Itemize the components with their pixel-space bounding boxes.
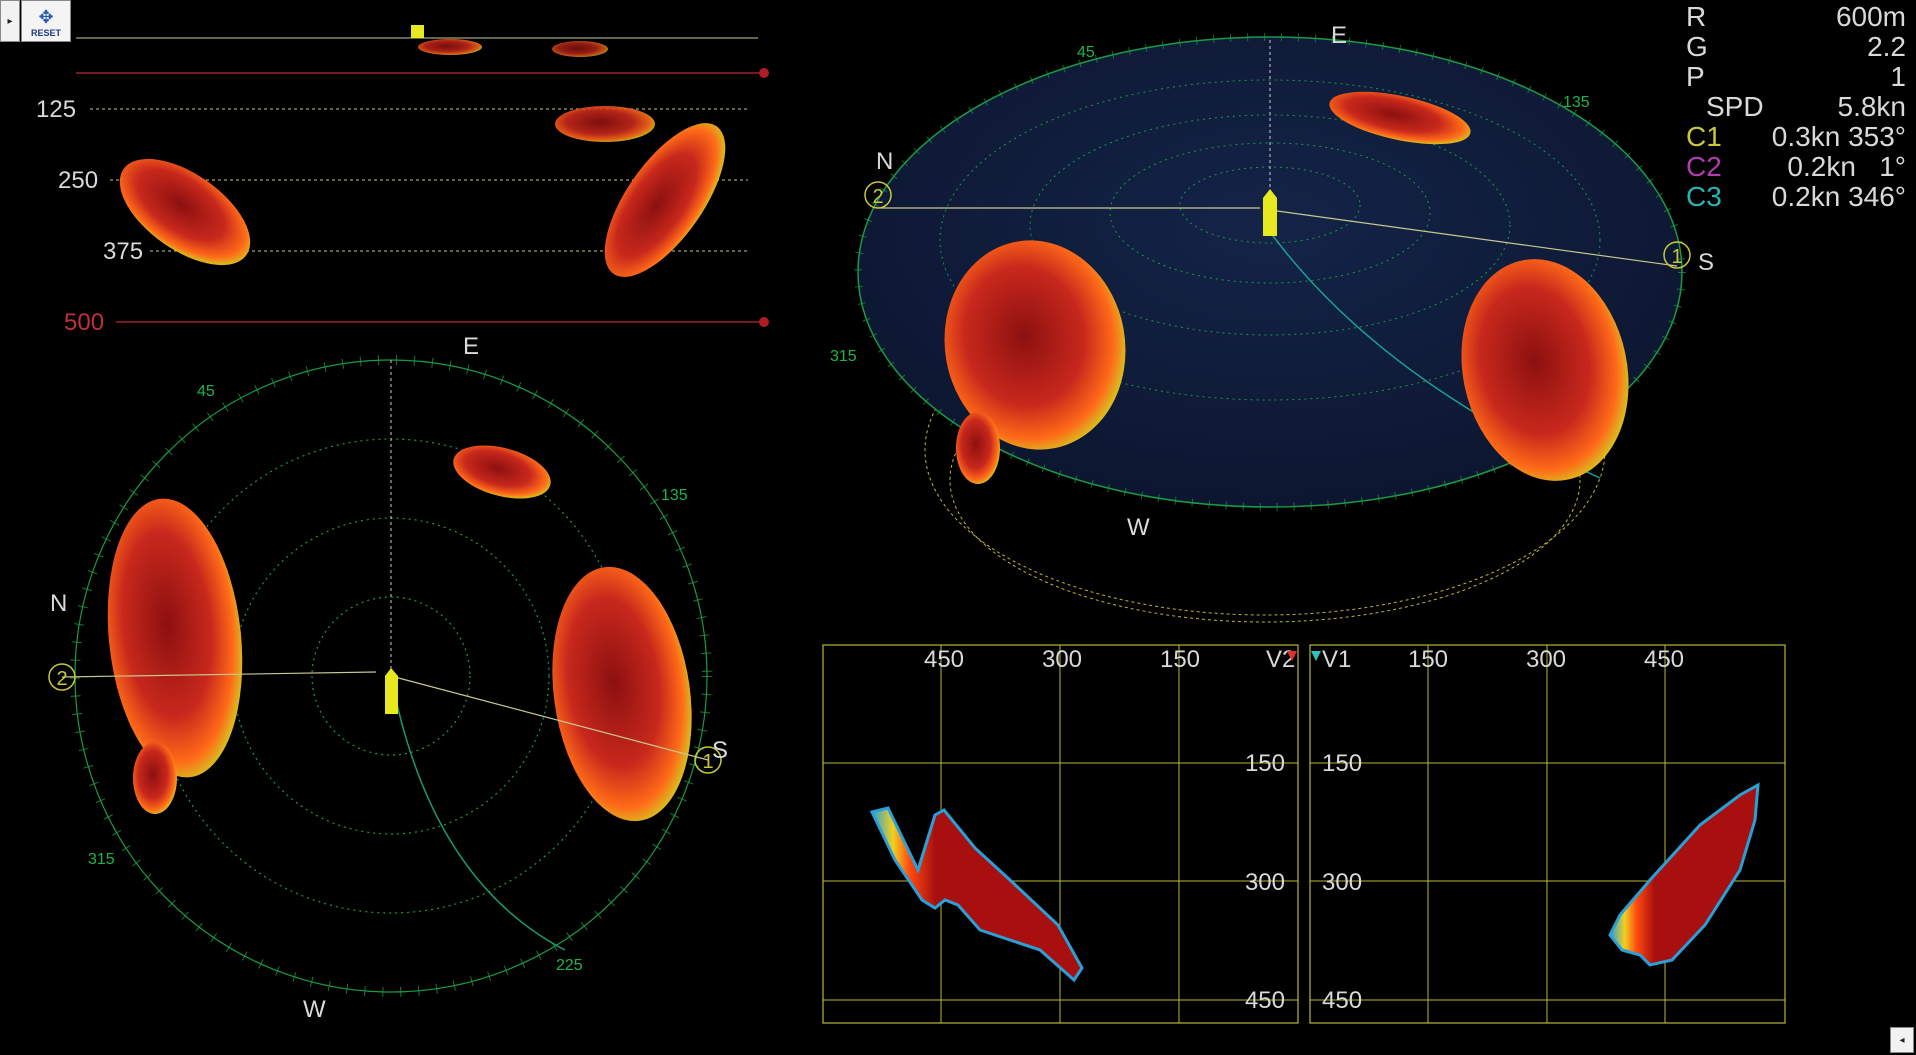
echo-plan-east	[552, 566, 692, 822]
sonar-display: 125 250 375 500 2 1 E N W S 45 135 225 3…	[36, 22, 1786, 1024]
info-key: P	[1686, 61, 1705, 92]
info-key: C3	[1686, 181, 1722, 212]
info-row: C1 0.3kn 353°	[1686, 122, 1906, 152]
v2-y-tick-450: 450	[1245, 987, 1285, 1014]
info-key: C2	[1686, 151, 1722, 182]
v1-y-tick-300: 300	[1322, 869, 1362, 896]
reset-button[interactable]: ✥ RESET	[21, 0, 71, 42]
echo-profile-top-a	[418, 39, 482, 55]
info-row: P1	[1686, 62, 1906, 92]
menu-toggle-button[interactable]: ▸	[0, 0, 20, 42]
3d-bearing-315: 315	[830, 348, 857, 365]
triangle-right-icon: ▸	[7, 15, 13, 27]
depth-label-250: 250	[58, 167, 98, 194]
echo-profile-mid	[555, 106, 655, 142]
v1-x-tick-300: 300	[1526, 646, 1566, 673]
v2-x-tick-450: 450	[924, 646, 964, 673]
ship-depth-marker[interactable]	[411, 25, 424, 38]
upper-limit-handle[interactable]	[759, 68, 769, 78]
plan-marker-2-label: 2	[56, 668, 67, 690]
info-value: 2.2	[1867, 31, 1906, 62]
3d-ship-icon[interactable]	[1263, 189, 1277, 236]
lower-limit-handle[interactable]	[759, 317, 769, 327]
info-key: R	[1686, 1, 1707, 32]
info-value: 5.8kn	[1837, 91, 1907, 122]
v1-echo-section	[1608, 782, 1760, 967]
info-row: C3 0.2kn 346°	[1686, 182, 1906, 212]
triangle-left-icon: ◂	[1899, 1034, 1905, 1046]
section-v1-panel: V1 150 300 450 150 300 450	[1309, 644, 1786, 1024]
info-row: G 2.2	[1686, 32, 1906, 62]
echo-plan-west-small	[133, 742, 177, 814]
info-value: 600m	[1835, 1, 1906, 32]
view-3d-panel: 2 1 E N W S 45 135 315	[830, 22, 1714, 623]
info-value: 0.2kn 346°	[1771, 181, 1906, 212]
echo-plan-west	[107, 498, 243, 778]
plan-track-line	[390, 675, 566, 951]
v2-x-tick-300: 300	[1042, 646, 1082, 673]
v2-y-tick-150: 150	[1245, 750, 1285, 777]
info-value: 1	[1890, 61, 1906, 92]
plan-view-panel: 2 1 E N W S 45 135 225 315	[48, 333, 728, 1023]
3d-compass-s: S	[1698, 249, 1714, 276]
plan-bearing-315: 315	[88, 851, 115, 868]
v1-x-tick-150: 150	[1408, 646, 1448, 673]
3d-compass-n: N	[876, 148, 893, 175]
info-row: SPD 5.8kn	[1686, 92, 1906, 122]
v1-direction-indicator	[1311, 651, 1321, 661]
3d-marker-2-label: 2	[872, 186, 883, 208]
info-readout: R 600m G 2.2 P 1 SPD 5.8kn C1 0.3kn 353° C2 0.2kn 1…	[1686, 2, 1906, 212]
plan-compass-n: N	[50, 590, 67, 617]
info-key: SPD	[1706, 91, 1764, 122]
info-value: 0.2kn 1°	[1787, 151, 1906, 182]
3d-bearing-135: 135	[1563, 94, 1590, 111]
depth-label-375: 375	[103, 238, 143, 265]
reset-button-label: RESET	[30, 28, 61, 38]
v1-x-tick-450: 450	[1644, 646, 1684, 673]
echo-plan-north	[453, 445, 551, 499]
v2-x-tick-150: 150	[1160, 646, 1200, 673]
info-key: C1	[1686, 121, 1722, 152]
info-row: C2 0.2kn 1°	[1686, 152, 1906, 182]
plan-bearing-225: 225	[556, 957, 583, 974]
3d-bearing-45: 45	[1077, 44, 1095, 61]
echo-profile-top-b	[552, 41, 608, 57]
echo-3d-west-small	[956, 412, 1000, 484]
3d-marker-1-label: 1	[1671, 246, 1682, 268]
v2-y-tick-300: 300	[1245, 869, 1285, 896]
3d-compass-e: E	[1331, 22, 1347, 49]
plan-bearing-135: 135	[661, 487, 688, 504]
compass-rose-icon: ✥	[38, 7, 54, 27]
v2-label: V2	[1266, 646, 1295, 673]
v2-echo-section	[869, 806, 1084, 983]
plan-compass-w: W	[303, 996, 326, 1023]
depth-profile-panel: 125 250 375 500	[36, 25, 769, 336]
plan-compass-s: S	[712, 737, 728, 764]
plan-compass-e: E	[463, 333, 479, 360]
info-row: R 600m	[1686, 2, 1906, 32]
v1-y-tick-450: 450	[1322, 987, 1362, 1014]
collapse-panel-button[interactable]: ◂	[1890, 1027, 1914, 1053]
section-v2-panel: 450 300 150 V2 150 300 450	[822, 644, 1299, 1024]
v1-label: V1	[1322, 646, 1351, 673]
depth-label-500: 500	[64, 309, 104, 336]
3d-compass-w: W	[1127, 514, 1150, 541]
plan-ship-icon[interactable]	[385, 668, 398, 714]
info-value: 0.3kn 353°	[1771, 121, 1906, 152]
v1-y-tick-150: 150	[1322, 750, 1362, 777]
plan-bearing-45: 45	[197, 383, 215, 400]
info-key: G	[1686, 31, 1708, 62]
depth-label-125: 125	[36, 96, 76, 123]
